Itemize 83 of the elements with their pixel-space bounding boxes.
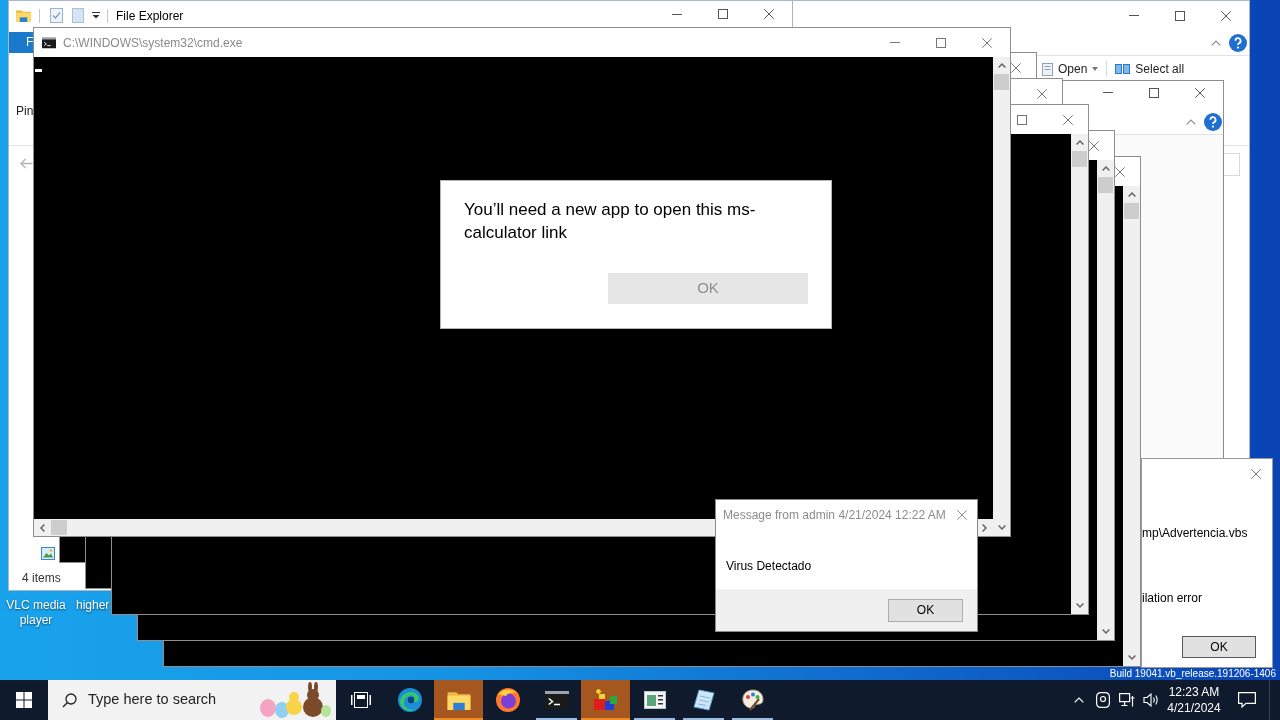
close-icon xyxy=(1251,469,1261,479)
clock-date[interactable]: 4/21/2024 xyxy=(1167,700,1221,716)
scrollbar-thumb[interactable] xyxy=(1098,177,1113,193)
maximize-icon xyxy=(936,37,946,48)
ribbon-button[interactable]: Pin xyxy=(16,104,34,118)
notification-icon xyxy=(1238,692,1256,708)
maximize-icon xyxy=(1149,87,1159,98)
chevron-up-icon xyxy=(1101,166,1110,171)
help-icon[interactable] xyxy=(1229,33,1247,52)
close-icon xyxy=(1221,10,1231,21)
search-field[interactable] xyxy=(1224,152,1240,176)
close-icon xyxy=(764,9,774,19)
ring-logo-icon xyxy=(495,688,520,712)
caret-icon[interactable] xyxy=(92,12,100,19)
volume-icon[interactable] xyxy=(1143,693,1159,707)
maximize-icon xyxy=(1017,114,1027,125)
squares-icon xyxy=(1115,64,1131,74)
search-field[interactable]: Type here to search xyxy=(48,680,336,720)
close-icon xyxy=(957,510,967,520)
ribbon-tab[interactable]: F xyxy=(9,32,33,53)
vertical-scrollbar[interactable] xyxy=(993,57,1010,536)
folder-icon xyxy=(446,690,471,710)
window-title: Message from admin 4/21/2024 12:22 AM xyxy=(723,507,946,524)
scrollbar-thumb[interactable] xyxy=(1072,151,1087,167)
maximize-icon xyxy=(718,9,728,19)
ok-button[interactable]: OK xyxy=(888,598,963,622)
message-text: Virus Detectado xyxy=(726,559,812,573)
dialog-text: ilation error xyxy=(1142,591,1203,605)
image-icon xyxy=(41,547,55,560)
chevron-down-icon xyxy=(1075,603,1084,608)
close-icon xyxy=(982,37,992,48)
back-arrow-icon[interactable] xyxy=(20,158,33,169)
close-icon xyxy=(1195,87,1205,98)
scrollbar-thumb[interactable] xyxy=(994,74,1009,90)
dialog-text: mp\Advertencia.vbs xyxy=(1142,526,1248,540)
minimize-icon xyxy=(672,13,682,15)
console-icon xyxy=(544,691,569,709)
shapes-icon xyxy=(592,688,619,712)
windows-icon xyxy=(16,692,32,708)
chevron-up-icon xyxy=(997,63,1006,68)
scrollbar-thumb[interactable] xyxy=(1124,203,1139,219)
chevron-up-icon xyxy=(1074,697,1084,703)
build-watermark-text: Build 19041.vb_release.191206-1406 xyxy=(1109,668,1276,680)
chevron-left-icon xyxy=(40,523,45,532)
page-icon xyxy=(692,689,715,711)
console-icon xyxy=(42,36,56,49)
ribbon-button[interactable]: Select all xyxy=(1113,61,1187,77)
caret-icon xyxy=(1092,67,1099,71)
help-icon[interactable] xyxy=(1204,113,1222,131)
vertical-scrollbar[interactable] xyxy=(1123,186,1140,666)
easter-eggs-icon xyxy=(258,682,332,718)
chevron-up-icon xyxy=(1127,192,1136,197)
window-title: C:\WINDOWS\system32\cmd.exe xyxy=(63,34,243,52)
chevron-down-icon xyxy=(997,525,1006,530)
chevron-up-icon xyxy=(1075,140,1084,145)
chevron-up-icon[interactable] xyxy=(1186,119,1196,125)
chevron-up-icon[interactable] xyxy=(1211,39,1221,46)
chevron-down-icon xyxy=(1101,629,1110,634)
camera-icon[interactable] xyxy=(1096,692,1110,708)
swirl-icon xyxy=(397,688,422,712)
network-icon[interactable] xyxy=(1119,693,1135,707)
minimize-icon xyxy=(1103,92,1113,93)
vertical-scrollbar[interactable] xyxy=(1097,160,1114,640)
palette-icon xyxy=(740,688,765,712)
clock-time[interactable]: 12:23 AM xyxy=(1168,684,1220,700)
checklist-icon[interactable] xyxy=(50,8,63,23)
task-view-icon xyxy=(350,692,371,708)
ok-button[interactable]: OK xyxy=(1182,636,1256,658)
minimize-icon xyxy=(890,42,900,43)
properties-icon xyxy=(1042,62,1053,76)
dialog-message: You’ll need a new app to open this ms-calculator link xyxy=(464,199,757,244)
status-text: 4 items xyxy=(22,570,61,587)
folder-icon xyxy=(16,9,31,22)
maximize-icon xyxy=(1175,10,1185,21)
search-icon xyxy=(62,692,77,708)
vertical-scrollbar[interactable] xyxy=(1071,134,1088,614)
chevron-down-icon xyxy=(1127,655,1136,660)
window-icon xyxy=(643,691,666,709)
minimize-icon xyxy=(1129,15,1139,16)
scrollbar-thumb[interactable] xyxy=(51,520,67,535)
ribbon-button[interactable]: Open xyxy=(1040,61,1101,77)
chevron-right-icon xyxy=(982,523,987,532)
window-title: File Explorer xyxy=(116,7,184,25)
